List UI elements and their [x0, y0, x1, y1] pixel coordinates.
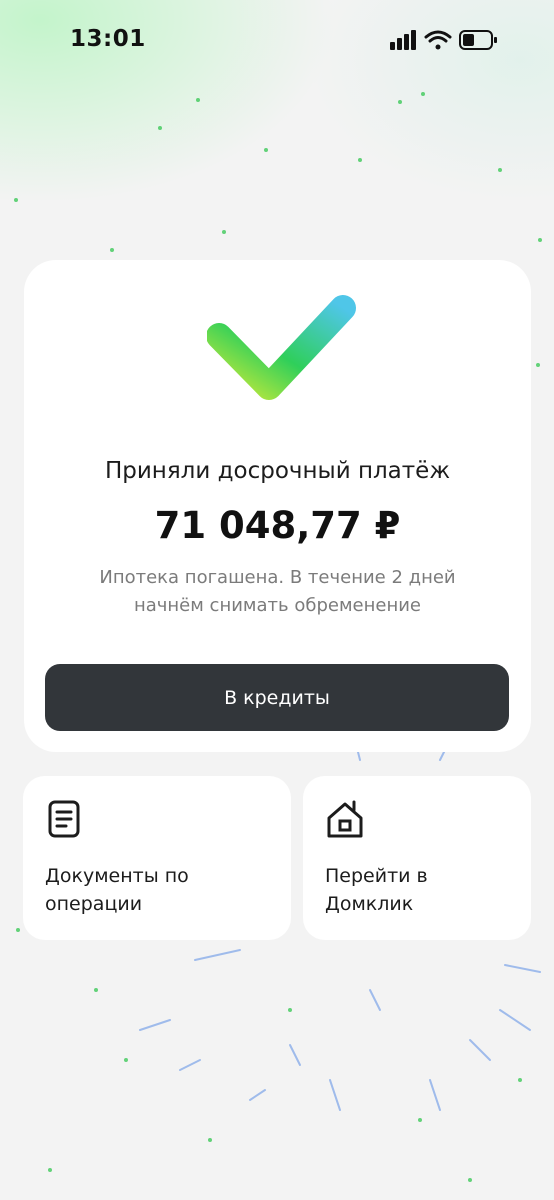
wifi-icon: [424, 30, 452, 50]
tile-label-line: Перейти в: [325, 865, 428, 887]
tile-label-line: Документы по: [45, 865, 189, 887]
home-icon: [327, 800, 363, 838]
battery-icon: [459, 30, 497, 50]
operation-documents-tile[interactable]: Документы по операции: [23, 776, 291, 940]
tile-label: Перейти в Домклик: [325, 862, 545, 918]
cellular-signal-icon: [390, 30, 416, 50]
tile-label: Документы по операции: [45, 862, 265, 918]
status-time: 13:01: [70, 26, 146, 52]
payment-description: Ипотека погашена. В течение 2 дней начнё…: [64, 564, 491, 620]
tile-label-line: Домклик: [325, 893, 414, 915]
credits-button[interactable]: В кредиты: [45, 664, 509, 731]
payment-result-card: Приняли досрочный платёж 71 048,77 ₽ Ипо…: [24, 260, 531, 752]
payment-description-line: начнём снимать обременение: [133, 595, 421, 616]
payment-amount: 71 048,77 ₽: [154, 504, 401, 547]
document-icon: [48, 800, 80, 838]
checkmark-icon: [207, 295, 356, 400]
go-to-domclick-tile[interactable]: Перейти в Домклик: [303, 776, 531, 940]
tile-label-line: операции: [45, 893, 143, 915]
payment-description-line: Ипотека погашена. В течение 2 дней: [99, 567, 456, 588]
payment-title: Приняли досрочный платёж: [104, 458, 451, 484]
status-bar: 13:01: [0, 0, 554, 84]
status-icons: [390, 30, 497, 50]
